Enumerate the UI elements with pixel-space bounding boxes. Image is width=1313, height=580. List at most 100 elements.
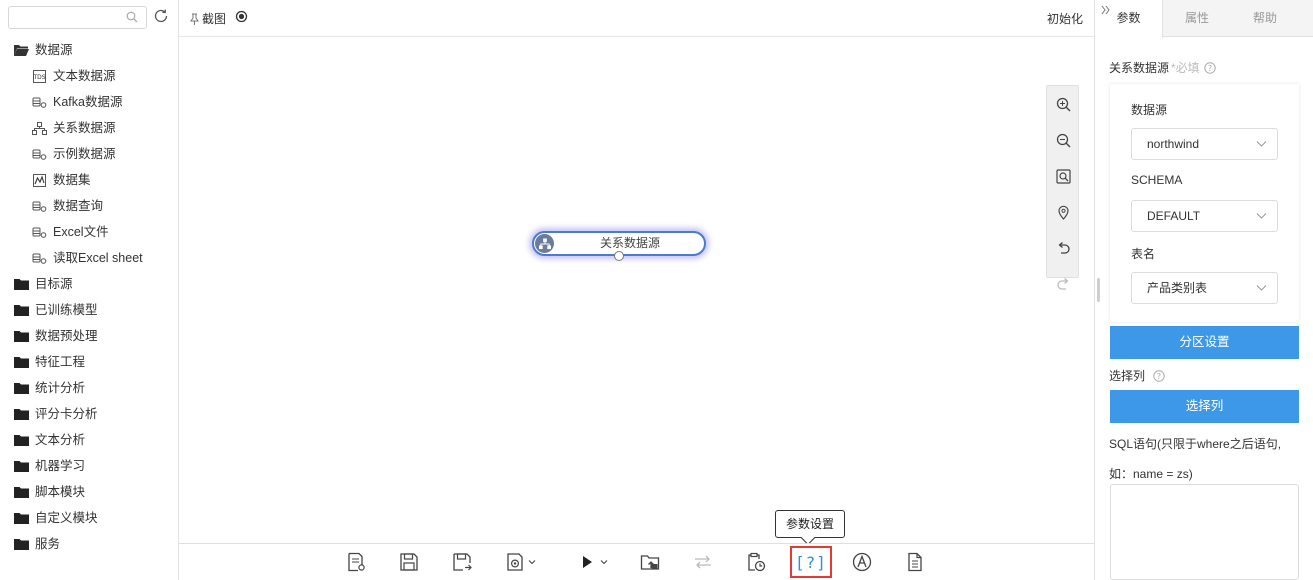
table-name-label: 表名: [1131, 247, 1156, 261]
svg-text:?: ?: [1157, 372, 1161, 381]
folder-icon: [14, 382, 29, 395]
format-button[interactable]: [852, 551, 872, 573]
tab-attributes[interactable]: 属性: [1163, 0, 1231, 37]
search-icon[interactable]: [126, 11, 138, 23]
panel-tabs: 参数 属性 帮助: [1095, 0, 1313, 38]
locate-button[interactable]: [1047, 194, 1080, 230]
folder-open-icon: [14, 44, 29, 57]
parameter-settings-button[interactable]: [?]: [790, 546, 832, 578]
properties-panel: 参数 属性 帮助 关系数据源 *必填 ? 数据源 northwind SCHEM…: [1094, 0, 1313, 580]
tree-folder-script-modules[interactable]: 脚本模块: [0, 479, 178, 505]
tree-folder-label: 服务: [35, 537, 61, 551]
tree-item-text-datasource[interactable]: TDS 文本数据源: [0, 63, 178, 89]
swap-icon: [695, 555, 711, 569]
sql-label-line: SQL语句(只限于where之后语句,: [1109, 437, 1282, 451]
tooltip: 参数设置: [775, 510, 846, 538]
tree-folder-label: 机器学习: [35, 459, 86, 473]
search-input[interactable]: [9, 7, 119, 28]
properties-button[interactable]: [346, 551, 366, 573]
tree-folder-label: 特征工程: [35, 355, 86, 369]
tree-item-excel-file[interactable]: Excel文件: [0, 219, 178, 245]
database-link-icon: [32, 148, 47, 161]
gear-document-icon: [507, 553, 523, 571]
help-circle-icon[interactable]: ?: [1203, 61, 1216, 74]
tree-folder-label: 统计分析: [35, 381, 86, 395]
fit-view-button[interactable]: [1047, 158, 1080, 194]
tree-folder-label: 文本分析: [35, 433, 86, 447]
zoom-out-icon: [1056, 133, 1071, 147]
tree-folder-custom-modules[interactable]: 自定义模块: [0, 505, 178, 531]
tree-item-data-query[interactable]: 数据查询: [0, 193, 178, 219]
zoom-in-button[interactable]: [1047, 86, 1080, 122]
redo-button[interactable]: [1047, 266, 1080, 302]
screenshot-button[interactable]: 截图: [190, 10, 226, 27]
collapse-panel-icon[interactable]: [1101, 5, 1111, 15]
tree-folder-target-source[interactable]: 目标源: [0, 271, 178, 297]
node-label: 关系数据源: [599, 236, 660, 250]
partition-settings-button[interactable]: 分区设置: [1110, 326, 1299, 359]
tree-folder-label: 评分卡分析: [35, 407, 98, 421]
screenshot-label: 截图: [202, 12, 227, 26]
select-value: DEFAULT: [1147, 209, 1201, 223]
tree-folder-datasource[interactable]: 数据源: [0, 37, 178, 63]
panel-section-header: 关系数据源 *必填 ?: [1109, 59, 1299, 76]
tree-item-kafka-datasource[interactable]: Kafka数据源: [0, 89, 178, 115]
schedule-button[interactable]: [746, 551, 766, 573]
required-hint: *必填: [1171, 61, 1200, 75]
tree-item-dataset[interactable]: 数据集: [0, 167, 178, 193]
document-settings-icon: [348, 552, 365, 572]
tree-folder-statistics[interactable]: 统计分析: [0, 375, 178, 401]
tree-item-read-excel-sheet[interactable]: 读取Excel sheet: [0, 245, 178, 271]
refresh-icon[interactable]: [153, 8, 169, 24]
tree-item-relational-datasource[interactable]: 关系数据源: [0, 115, 178, 141]
folder-icon: [14, 330, 29, 343]
circle-a-icon: [852, 552, 872, 572]
publish-button[interactable]: [640, 551, 660, 573]
chevron-down-icon: [600, 560, 608, 565]
tree-folder-feature-engineering[interactable]: 特征工程: [0, 349, 178, 375]
datasource-form-card: 数据源 northwind SCHEMA DEFAULT 表名 产品类别表: [1110, 84, 1299, 322]
tree-item-label: Excel文件: [53, 225, 109, 239]
undo-button[interactable]: [1047, 230, 1080, 266]
relation-icon: [535, 234, 554, 253]
select-columns-label: 选择列: [1109, 369, 1146, 383]
sql-label: SQL语句(只限于where之后语句, 如：name = zs): [1109, 429, 1309, 489]
database-link-icon: [32, 252, 47, 265]
tree-folder-trained-models[interactable]: 已训练模型: [0, 297, 178, 323]
log-button[interactable]: [905, 551, 925, 573]
workflow-area: 截图 初始化 关系数据源 参数设置 [?]: [179, 0, 1094, 580]
sql-where-input[interactable]: [1110, 484, 1299, 580]
app-window: 数据源 TDS 文本数据源 Kafka数据源 关系数据源 示例数据源 数据集 数…: [0, 0, 1313, 580]
tree-item-sample-datasource[interactable]: 示例数据源: [0, 141, 178, 167]
section-title: 关系数据源: [1109, 61, 1170, 75]
zoom-out-button[interactable]: [1047, 122, 1080, 158]
swap-button[interactable]: [693, 551, 713, 573]
output-port[interactable]: [614, 251, 624, 261]
settings-dropdown-button[interactable]: [505, 551, 536, 573]
tree-folder-scorecard[interactable]: 评分卡分析: [0, 401, 178, 427]
workflow-node-relational-datasource[interactable]: 关系数据源: [532, 231, 706, 261]
select-columns-button[interactable]: 选择列: [1110, 390, 1299, 423]
folder-upload-icon: [640, 555, 660, 570]
datasource-select[interactable]: northwind: [1131, 128, 1278, 160]
tree-folder-services[interactable]: 服务: [0, 531, 178, 557]
save-button[interactable]: [399, 551, 419, 573]
run-dropdown-button[interactable]: [577, 551, 608, 573]
tab-help[interactable]: 帮助: [1231, 0, 1299, 37]
tree-folder-preprocessing[interactable]: 数据预处理: [0, 323, 178, 349]
help-circle-icon[interactable]: ?: [1153, 369, 1165, 382]
initialize-button[interactable]: 初始化: [1047, 10, 1083, 27]
select-columns-header: 选择列 ?: [1109, 367, 1165, 384]
schema-select[interactable]: DEFAULT: [1131, 200, 1278, 232]
resize-handle[interactable]: [1097, 278, 1100, 302]
save-as-button[interactable]: [452, 551, 472, 573]
table-name-select[interactable]: 产品类别表: [1131, 272, 1278, 304]
folder-icon: [14, 486, 29, 499]
workflow-canvas[interactable]: 关系数据源: [179, 37, 1094, 543]
bottom-toolbar: [?]: [179, 543, 1094, 580]
tree-item-label: 读取Excel sheet: [53, 251, 143, 265]
chevron-down-icon: [1256, 213, 1267, 219]
tree-folder-machine-learning[interactable]: 机器学习: [0, 453, 178, 479]
tree-folder-text-analysis[interactable]: 文本分析: [0, 427, 178, 453]
target-icon[interactable]: [235, 10, 248, 23]
